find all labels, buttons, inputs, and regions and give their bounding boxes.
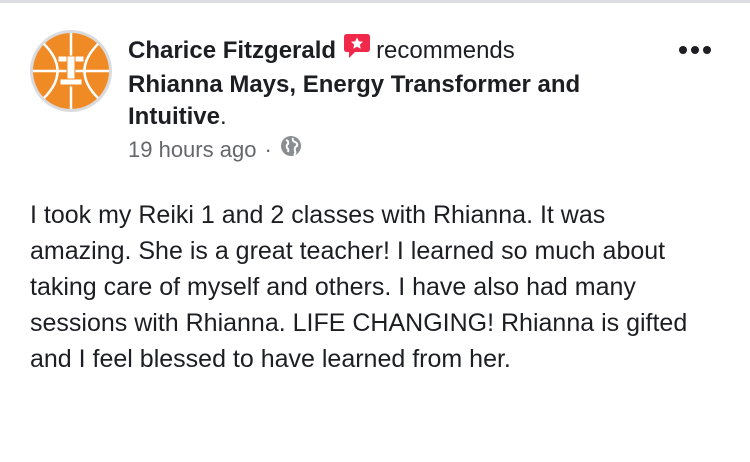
author-name[interactable]: Charice Fitzgerald (128, 37, 336, 64)
post-meta: 19 hours ago · (128, 134, 302, 166)
basketball-logo-icon (33, 33, 109, 109)
recommendation-star-icon (342, 32, 372, 69)
more-options-icon[interactable] (672, 36, 718, 64)
meta-separator: · (264, 137, 272, 162)
timestamp[interactable]: 19 hours ago (128, 134, 256, 166)
avatar[interactable] (30, 30, 112, 112)
more-dot (703, 46, 711, 54)
post-header: Charice Fitzgerald recommends Rhianna May… (128, 32, 648, 133)
period: . (220, 103, 227, 130)
action-text: recommends (376, 37, 515, 64)
more-dot (679, 46, 687, 54)
globe-icon[interactable] (280, 134, 302, 166)
more-dot (691, 46, 699, 54)
recommended-page-link[interactable]: Rhianna Mays, Energy Transformer and Int… (128, 71, 580, 130)
top-divider (0, 0, 750, 3)
post-body: I took my Reiki 1 and 2 classes with Rhi… (30, 201, 688, 373)
